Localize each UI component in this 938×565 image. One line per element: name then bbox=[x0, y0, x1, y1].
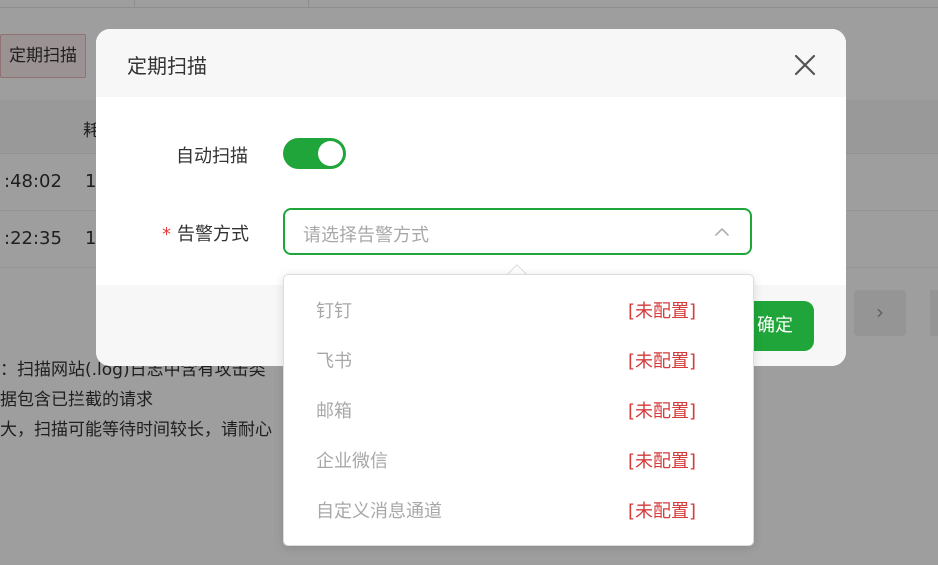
required-mark: * bbox=[162, 224, 171, 245]
toggle-knob bbox=[318, 141, 343, 166]
alert-method-label: * 告警方式 bbox=[162, 220, 249, 246]
option-label: 企业微信 bbox=[316, 451, 388, 472]
option-label: 自定义消息通道 bbox=[316, 501, 442, 522]
option-dingtalk[interactable]: 钉钉 [未配置] bbox=[284, 285, 753, 335]
alert-method-select[interactable]: 请选择告警方式 bbox=[283, 208, 752, 255]
option-status: [未配置] bbox=[628, 301, 697, 322]
option-email[interactable]: 邮箱 [未配置] bbox=[284, 385, 753, 435]
chevron-up-icon bbox=[714, 224, 730, 240]
alert-method-dropdown: 钉钉 [未配置] 飞书 [未配置] 邮箱 [未配置] 企业微信 [未配置] 自定… bbox=[283, 274, 754, 546]
option-custom-channel[interactable]: 自定义消息通道 [未配置] bbox=[284, 485, 753, 535]
auto-scan-toggle[interactable] bbox=[283, 138, 346, 169]
option-label: 钉钉 bbox=[316, 301, 352, 322]
option-status: [未配置] bbox=[628, 351, 697, 372]
dialog-title: 定期扫描 bbox=[127, 54, 207, 78]
option-wecom[interactable]: 企业微信 [未配置] bbox=[284, 435, 753, 485]
option-status: [未配置] bbox=[628, 401, 697, 422]
alert-method-label-text: 告警方式 bbox=[177, 224, 249, 245]
option-status: [未配置] bbox=[628, 501, 697, 522]
option-status: [未配置] bbox=[628, 451, 697, 472]
option-feishu[interactable]: 飞书 [未配置] bbox=[284, 335, 753, 385]
close-icon[interactable] bbox=[789, 49, 821, 81]
option-label: 邮箱 bbox=[316, 401, 352, 422]
alert-method-placeholder: 请选择告警方式 bbox=[303, 225, 429, 246]
auto-scan-label: 自动扫描 bbox=[176, 146, 248, 167]
dialog-header: 定期扫描 bbox=[96, 29, 846, 97]
option-label: 飞书 bbox=[316, 351, 352, 372]
